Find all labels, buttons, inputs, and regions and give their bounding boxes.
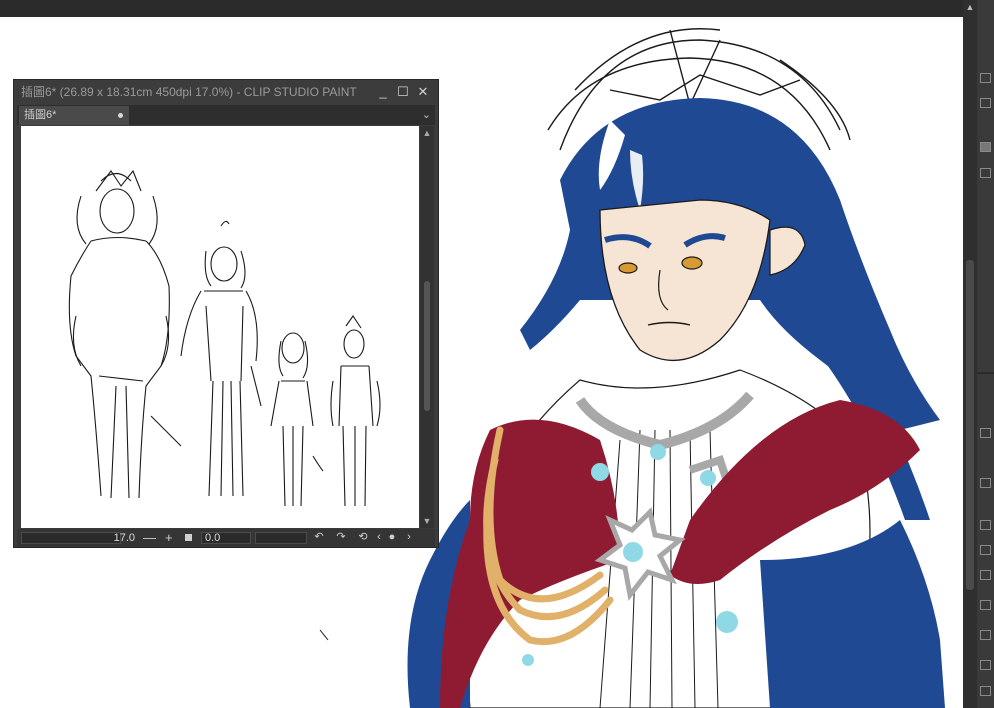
navigator-toolbar: 17.0 — + 0.0 ↶ ↷ ⟲ ‹ ● › xyxy=(17,529,435,547)
tab-label: 插圖6* xyxy=(24,109,57,121)
scroll-up-icon[interactable]: ▲ xyxy=(965,2,975,12)
scrollbar-thumb[interactable] xyxy=(966,260,974,590)
navigator-scrollbar[interactable]: ▲ ▼ xyxy=(420,126,434,528)
scroll-down-icon[interactable]: ▼ xyxy=(422,516,432,526)
panel-button[interactable] xyxy=(980,73,991,83)
window-title: 插圖6* (26.89 x 18.31cm 450dpi 17.0%) - CL… xyxy=(21,85,357,99)
rotation-value[interactable]: 0.0 xyxy=(201,532,251,544)
panel-button[interactable] xyxy=(980,600,991,610)
chevron-right-icon[interactable]: › xyxy=(403,530,415,544)
navigator-scroll-thumb[interactable] xyxy=(424,281,430,411)
rotate-right-icon[interactable]: ↷ xyxy=(335,530,347,544)
scroll-up-icon[interactable]: ▲ xyxy=(422,128,432,138)
panel-button[interactable] xyxy=(980,660,991,670)
panel-divider xyxy=(977,372,994,374)
panel-button[interactable] xyxy=(980,570,991,580)
panel-button[interactable] xyxy=(980,686,991,696)
chevron-down-icon[interactable]: ⌄ xyxy=(422,108,431,121)
panel-button[interactable] xyxy=(980,520,991,530)
navigator-preview[interactable] xyxy=(21,126,419,528)
rotation-slider[interactable] xyxy=(255,532,307,544)
top-bar xyxy=(0,0,994,17)
face-shape xyxy=(599,199,771,362)
zoom-value[interactable]: 17.0 xyxy=(99,531,135,545)
panel-button[interactable] xyxy=(980,428,991,438)
navigator-title-bar[interactable]: 插圖6* (26.89 x 18.31cm 450dpi 17.0%) - CL… xyxy=(14,80,438,104)
sketch-preview xyxy=(68,169,381,507)
unsaved-dot-icon xyxy=(118,113,123,118)
right-panel-strip xyxy=(977,0,994,708)
rotate-left-icon[interactable]: ↶ xyxy=(313,530,325,544)
panel-button[interactable] xyxy=(980,478,991,488)
navigator-window: 插圖6* (26.89 x 18.31cm 450dpi 17.0%) - CL… xyxy=(13,79,439,548)
maximize-icon[interactable]: ☐ xyxy=(396,85,410,99)
document-tab-bar: 插圖6* ⌄ xyxy=(17,105,435,125)
document-tab[interactable]: 插圖6* xyxy=(19,106,129,125)
checkbox-icon[interactable] xyxy=(980,168,991,178)
flip-icon[interactable]: ● xyxy=(387,530,397,544)
square-icon[interactable] xyxy=(185,534,192,541)
panel-button[interactable] xyxy=(980,545,991,555)
panel-button[interactable] xyxy=(980,98,991,108)
plus-icon[interactable]: + xyxy=(165,530,173,545)
panel-button[interactable] xyxy=(980,630,991,640)
close-icon[interactable]: ✕ xyxy=(416,85,430,99)
chevron-left-icon[interactable]: ‹ xyxy=(373,530,385,544)
panel-button[interactable] xyxy=(980,142,991,152)
minus-icon[interactable]: — xyxy=(143,530,156,545)
minimize-icon[interactable]: _ xyxy=(376,85,390,99)
canvas-vertical-scrollbar[interactable]: ▲ xyxy=(963,0,977,708)
reset-rotation-icon[interactable]: ⟲ xyxy=(357,530,369,544)
